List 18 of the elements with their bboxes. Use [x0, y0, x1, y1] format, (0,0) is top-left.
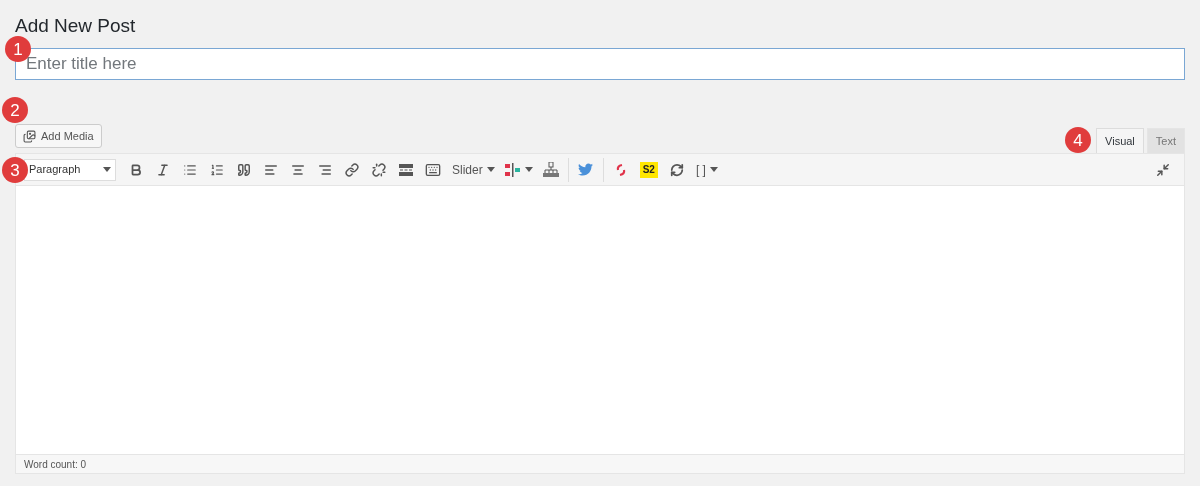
- editor-tab[interactable]: Text: [1146, 128, 1185, 153]
- editor-tab[interactable]: Visual: [1096, 128, 1144, 153]
- caret-icon: [103, 167, 111, 172]
- word-count: Word count: 0: [24, 457, 87, 472]
- caret-icon: [709, 167, 718, 172]
- format-select[interactable]: Paragraph: [24, 158, 116, 181]
- caret-icon: [486, 167, 495, 172]
- step-marker: 4: [1065, 127, 1092, 153]
- columns-icon: [504, 162, 521, 177]
- s2-badge[interactable]: S2: [639, 161, 658, 178]
- step-marker: 2: [2, 97, 28, 123]
- shortcode-menu[interactable]: [ ]: [690, 156, 723, 183]
- add-media-button[interactable]: Add Media: [15, 124, 102, 148]
- step-marker: 3: [2, 157, 28, 183]
- media-icon: [23, 129, 36, 143]
- page-heading: Add New Post: [15, 14, 136, 38]
- caret-icon: [524, 167, 533, 172]
- slider-menu[interactable]: Slider: [447, 156, 500, 183]
